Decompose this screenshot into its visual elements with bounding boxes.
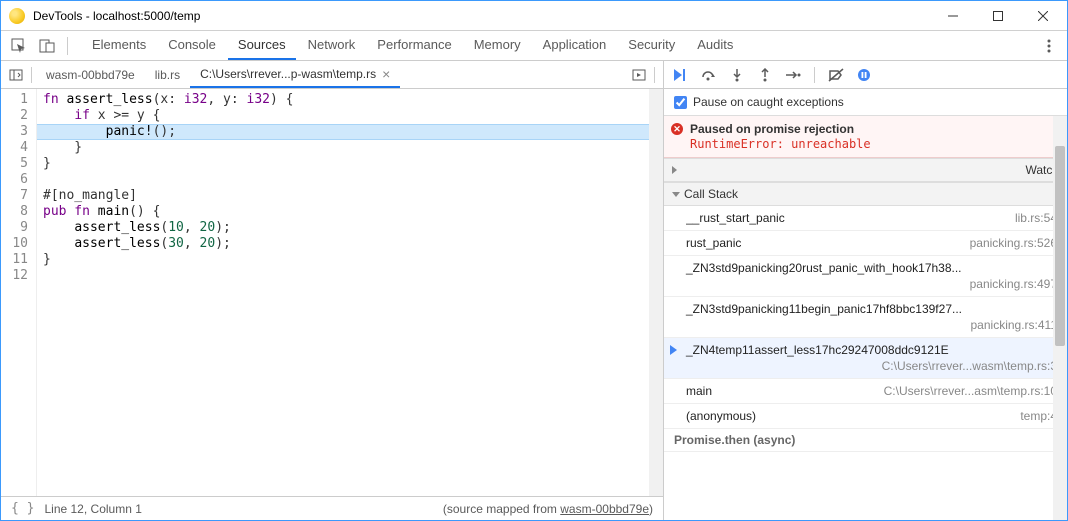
- status-bar: { } Line 12, Column 1 (source mapped fro…: [1, 496, 663, 520]
- pause-caught-checkbox[interactable]: [674, 96, 687, 109]
- stack-frame[interactable]: (anonymous)temp:4: [664, 404, 1067, 429]
- inspect-icon[interactable]: [5, 32, 33, 60]
- titlebar: DevTools - localhost:5000/temp: [1, 1, 1067, 31]
- step-out-icon[interactable]: [754, 64, 776, 86]
- panel-tab-security[interactable]: Security: [618, 31, 685, 60]
- file-tabs: wasm-00bbd79elib.rsC:\Users\rrever...p-w…: [1, 61, 663, 89]
- code-editor[interactable]: 123456789101112 fn assert_less(x: i32, y…: [1, 89, 663, 496]
- scrollbar[interactable]: [649, 89, 663, 496]
- separator: [67, 37, 68, 55]
- watch-header[interactable]: Watch: [664, 158, 1067, 182]
- pause-exceptions-icon[interactable]: [853, 64, 875, 86]
- resume-icon[interactable]: [670, 64, 692, 86]
- scrollbar[interactable]: [1053, 116, 1067, 520]
- panel-tab-network[interactable]: Network: [298, 31, 366, 60]
- sources-pane: wasm-00bbd79elib.rsC:\Users\rrever...p-w…: [1, 61, 664, 520]
- stack-frame[interactable]: _ZN3std9panicking20rust_panic_with_hook1…: [664, 256, 1067, 297]
- stack-frame[interactable]: _ZN3std9panicking11begin_panic17hf8bbc13…: [664, 297, 1067, 338]
- debugger-toolbar: [664, 61, 1067, 89]
- panel-tab-console[interactable]: Console: [158, 31, 226, 60]
- file-tab[interactable]: C:\Users\rrever...p-wasm\temp.rs×: [190, 62, 400, 88]
- debugger-pane: Pause on caught exceptions ✕ Paused on p…: [664, 61, 1067, 520]
- separator: [31, 67, 32, 83]
- step-into-icon[interactable]: [726, 64, 748, 86]
- panel-tab-memory[interactable]: Memory: [464, 31, 531, 60]
- stack-frame[interactable]: _ZN4temp11assert_less17hc29247008ddc9121…: [664, 338, 1067, 379]
- pretty-print-icon[interactable]: { }: [11, 501, 34, 516]
- panel-tab-sources[interactable]: Sources: [228, 31, 296, 60]
- panel-tab-elements[interactable]: Elements: [82, 31, 156, 60]
- window-title: DevTools - localhost:5000/temp: [33, 9, 930, 23]
- close-tab-icon[interactable]: ×: [382, 66, 390, 82]
- source-map-info: (source mapped from wasm-00bbd79e): [443, 502, 653, 516]
- panel-tab-audits[interactable]: Audits: [687, 31, 743, 60]
- stack-frame[interactable]: rust_panicpanicking.rs:526: [664, 231, 1067, 256]
- pause-message: ✕ Paused on promise rejection RuntimeErr…: [664, 116, 1067, 158]
- panel-tab-application[interactable]: Application: [533, 31, 617, 60]
- step-icon[interactable]: [782, 64, 804, 86]
- expand-icon: [672, 166, 1021, 174]
- panel-tab-performance[interactable]: Performance: [367, 31, 461, 60]
- run-snippet-icon[interactable]: [628, 64, 650, 86]
- separator: [654, 67, 655, 83]
- kebab-menu-icon[interactable]: [1035, 32, 1063, 60]
- source-map-link[interactable]: wasm-00bbd79e: [560, 502, 649, 516]
- pause-title: Paused on promise rejection: [690, 122, 1057, 136]
- panel-tabs: ElementsConsoleSourcesNetworkPerformance…: [82, 31, 1035, 60]
- deactivate-breakpoints-icon[interactable]: [825, 64, 847, 86]
- file-tab[interactable]: lib.rs: [145, 62, 190, 88]
- call-stack: __rust_start_paniclib.rs:54rust_panicpan…: [664, 206, 1067, 452]
- async-group: Promise.then (async): [664, 429, 1067, 452]
- stack-frame[interactable]: mainC:\Users\rrever...asm\temp.rs:10: [664, 379, 1067, 404]
- file-tab[interactable]: wasm-00bbd79e: [36, 62, 145, 88]
- debugger-body: ✕ Paused on promise rejection RuntimeErr…: [664, 116, 1067, 520]
- step-over-icon[interactable]: [698, 64, 720, 86]
- error-icon: ✕: [671, 123, 683, 135]
- pause-caught-label[interactable]: Pause on caught exceptions: [693, 95, 844, 109]
- minimize-button[interactable]: [930, 2, 975, 30]
- stack-frame[interactable]: __rust_start_paniclib.rs:54: [664, 206, 1067, 231]
- navigator-toggle-icon[interactable]: [5, 64, 27, 86]
- callstack-header[interactable]: Call Stack: [664, 182, 1067, 206]
- device-icon[interactable]: [33, 32, 61, 60]
- pause-detail: RuntimeError: unreachable: [690, 137, 1057, 151]
- cursor-position: Line 12, Column 1: [44, 502, 141, 516]
- close-button[interactable]: [1020, 2, 1065, 30]
- pause-options: Pause on caught exceptions: [664, 89, 1067, 116]
- separator: [814, 67, 815, 83]
- app-icon: [9, 8, 25, 24]
- maximize-button[interactable]: [975, 2, 1020, 30]
- main-toolbar: ElementsConsoleSourcesNetworkPerformance…: [1, 31, 1067, 61]
- collapse-icon: [672, 192, 680, 197]
